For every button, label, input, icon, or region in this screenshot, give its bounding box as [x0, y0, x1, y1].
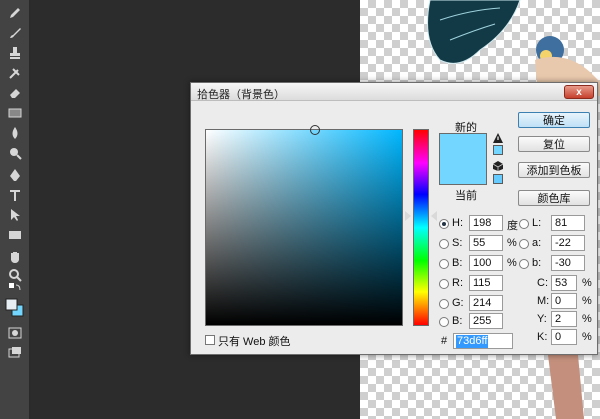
- blue-field[interactable]: 255: [469, 313, 503, 329]
- s-radio[interactable]: [439, 239, 449, 249]
- b-unit: %: [507, 257, 517, 269]
- s-label: S:: [452, 237, 463, 249]
- web-safe-warning-icon[interactable]: [493, 161, 503, 171]
- color-picker-marker[interactable]: [310, 125, 320, 135]
- m-field[interactable]: 0: [551, 293, 577, 309]
- hue-slider-right-arrow-icon[interactable]: [431, 211, 437, 221]
- blue-label: B:: [452, 315, 463, 327]
- c-unit: %: [582, 277, 592, 289]
- b-label: B:: [452, 257, 463, 269]
- gamut-color-swatch[interactable]: [493, 145, 503, 155]
- l-field[interactable]: 81: [551, 215, 585, 231]
- tools-panel: [0, 0, 30, 419]
- pen-icon[interactable]: [4, 166, 26, 184]
- new-color-swatch: [439, 133, 487, 159]
- h-unit: 度: [507, 220, 518, 232]
- h-field[interactable]: 198: [469, 215, 503, 231]
- quick-mask-icon[interactable]: [4, 324, 26, 342]
- b-radio[interactable]: [439, 259, 449, 269]
- stamp-icon[interactable]: [4, 44, 26, 62]
- hex-value: 73d6ff: [456, 335, 489, 348]
- current-color-label: 当前: [455, 190, 477, 202]
- close-button[interactable]: x: [564, 85, 594, 99]
- gradient-icon[interactable]: [4, 104, 26, 122]
- hex-label: #: [441, 335, 448, 347]
- dialog-titlebar[interactable]: 拾色器（背景色） x: [191, 83, 597, 101]
- k-unit: %: [582, 331, 592, 343]
- color-swatches-icon[interactable]: [4, 296, 26, 320]
- brush-icon[interactable]: [4, 24, 26, 42]
- h-radio[interactable]: [439, 219, 449, 229]
- hue-slider[interactable]: [413, 129, 429, 326]
- history-brush-icon[interactable]: [4, 64, 26, 82]
- color-libraries-button[interactable]: 颜色库: [518, 190, 590, 206]
- lab-b-field[interactable]: -30: [551, 255, 585, 271]
- a-field[interactable]: -22: [551, 235, 585, 251]
- y-unit: %: [582, 313, 592, 325]
- type-icon[interactable]: [4, 186, 26, 204]
- s-field[interactable]: 55: [469, 235, 503, 251]
- k-field[interactable]: 0: [551, 329, 577, 345]
- add-to-swatches-button[interactable]: 添加到色板: [518, 162, 590, 178]
- s-unit: %: [507, 237, 517, 249]
- dialog-title: 拾色器（背景色）: [197, 89, 285, 101]
- hex-field[interactable]: 73d6ff: [453, 333, 513, 349]
- k-label: K:: [537, 331, 548, 343]
- c-field[interactable]: 53: [551, 275, 577, 291]
- r-label: R:: [452, 277, 463, 289]
- r-radio[interactable]: [439, 279, 449, 289]
- reset-button[interactable]: 复位: [518, 136, 590, 152]
- y-field[interactable]: 2: [551, 311, 577, 327]
- web-colors-only-label: 只有 Web 颜色: [218, 336, 291, 348]
- c-label: C:: [537, 277, 548, 289]
- lab-b-label: b:: [532, 257, 542, 269]
- dodge-icon[interactable]: [4, 144, 26, 162]
- blur-icon[interactable]: [4, 124, 26, 142]
- rectangle-icon[interactable]: [4, 226, 26, 244]
- color-picker-dialog: 拾色器（背景色） x 新的 当前 确定 复位 添加到色板 颜色库 H: 198 …: [190, 82, 598, 355]
- a-label: a:: [532, 237, 542, 249]
- path-select-icon[interactable]: [4, 206, 26, 224]
- swap-colors-icon[interactable]: [4, 283, 26, 294]
- hue-slider-left-arrow-icon[interactable]: [405, 211, 411, 221]
- blue-radio[interactable]: [439, 317, 449, 327]
- hand-icon[interactable]: [4, 248, 26, 266]
- h-label: H:: [452, 217, 463, 229]
- b-field[interactable]: 100: [469, 255, 503, 271]
- m-unit: %: [582, 295, 592, 307]
- pencil-icon[interactable]: [4, 4, 26, 22]
- web-colors-only-checkbox[interactable]: [205, 335, 215, 345]
- l-radio[interactable]: [519, 219, 529, 229]
- eraser-icon[interactable]: [4, 84, 26, 102]
- web-safe-color-swatch[interactable]: [493, 174, 503, 184]
- screen-mode-icon[interactable]: [4, 344, 26, 362]
- l-label: L:: [532, 217, 542, 229]
- saturation-brightness-field[interactable]: [205, 125, 403, 326]
- g-radio[interactable]: [439, 299, 449, 309]
- g-field[interactable]: 214: [469, 295, 503, 311]
- close-icon: x: [576, 86, 582, 98]
- out-of-gamut-warning-icon[interactable]: [493, 133, 503, 143]
- y-label: Y:: [537, 313, 547, 325]
- ok-button[interactable]: 确定: [518, 112, 590, 128]
- m-label: M:: [537, 295, 550, 307]
- r-field[interactable]: 115: [469, 275, 503, 291]
- current-color-swatch[interactable]: [439, 159, 487, 185]
- g-label: G:: [452, 297, 464, 309]
- a-radio[interactable]: [519, 239, 529, 249]
- lab-b-radio[interactable]: [519, 259, 529, 269]
